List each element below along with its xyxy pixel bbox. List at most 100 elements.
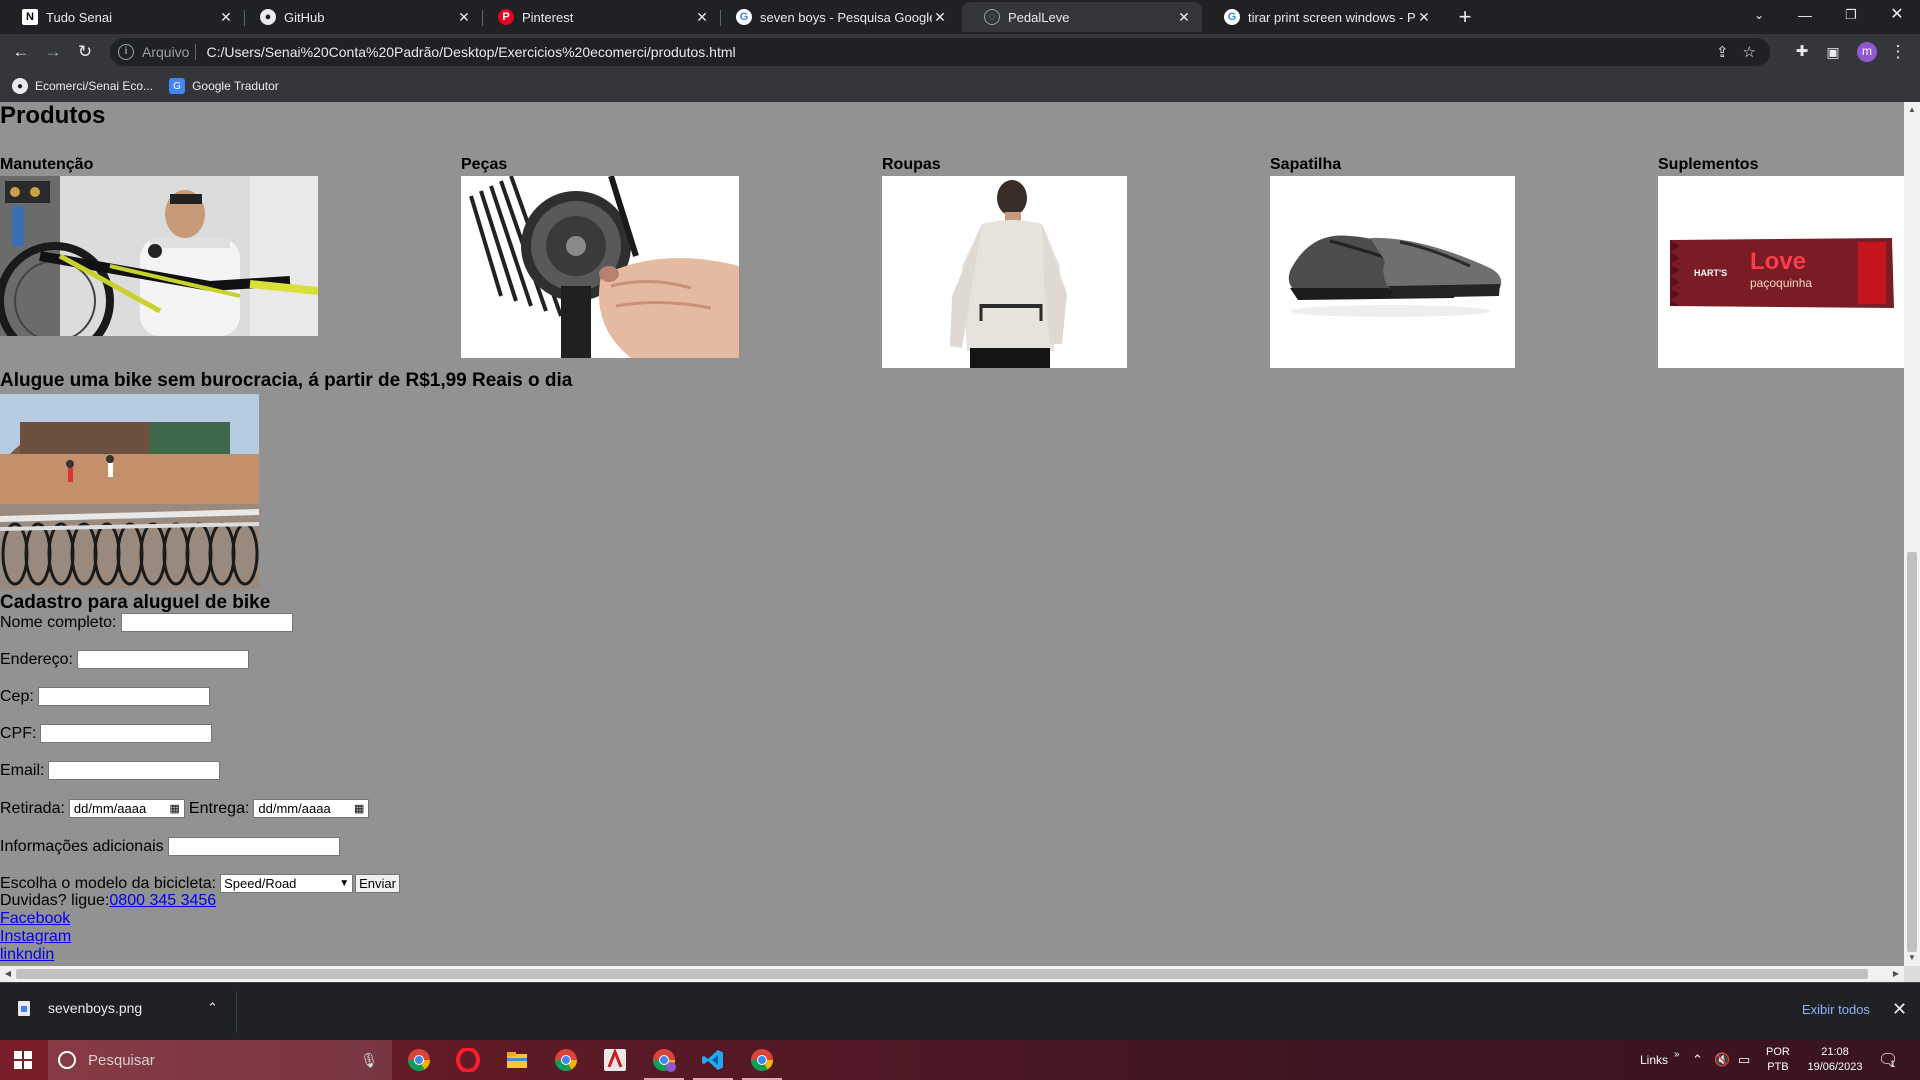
rent-heading: Alugue uma bike sem burocracia, á partir… <box>0 370 573 391</box>
tab-pinterest[interactable]: P Pinterest ✕ <box>476 2 720 32</box>
address-label: Endereço: <box>0 650 73 668</box>
tab-pedalleve[interactable]: ◌ PedalLeve ✕ <box>962 2 1202 32</box>
close-icon[interactable]: ✕ <box>694 9 710 26</box>
tab-tudo-senai[interactable]: N Tudo Senai ✕ <box>0 2 244 32</box>
network-icon[interactable]: ▭ <box>1738 1040 1750 1080</box>
clock-date: 19/06/2023 <box>1807 1061 1863 1073</box>
minimize-button[interactable]: — <box>1782 0 1828 32</box>
new-tab-button[interactable]: + <box>1452 4 1478 30</box>
acrobat-taskbar-icon[interactable] <box>601 1046 629 1074</box>
submit-button[interactable]: Enviar <box>355 874 400 893</box>
category-roupas: Roupas <box>882 156 1127 368</box>
links-toolbar[interactable]: Links » <box>1640 1040 1680 1080</box>
vertical-scrollbar[interactable]: ▲ ▼ <box>1904 102 1920 966</box>
url-text[interactable]: C:/Users/Senai%20Conta%20Padrão/Desktop/… <box>206 44 1716 60</box>
address-input[interactable] <box>76 650 249 669</box>
google-icon: G <box>1224 9 1240 25</box>
instagram-link[interactable]: Instagram <box>0 928 71 946</box>
restore-button[interactable]: ❐ <box>1828 0 1874 32</box>
bar-name-text: Love <box>1750 248 1807 275</box>
tab-seven-boys[interactable]: G seven boys - Pesquisa Google ✕ <box>714 2 958 32</box>
calendar-icon[interactable]: ▦ <box>354 802 364 815</box>
chrome-profile-taskbar-icon[interactable] <box>644 1046 684 1080</box>
show-all-downloads-button[interactable]: Exibir todos <box>1802 1002 1870 1017</box>
vscode-taskbar-icon[interactable] <box>693 1046 733 1080</box>
menu-kebab-icon[interactable]: ⋮ <box>1886 40 1910 64</box>
scheme-label: Arquivo <box>142 44 190 60</box>
scroll-thumb[interactable] <box>1907 552 1917 952</box>
facebook-link[interactable]: Facebook <box>0 910 70 928</box>
close-icon[interactable]: ✕ <box>1892 999 1907 1020</box>
bookmark-label: Ecomerci/Senai Eco... <box>35 79 154 93</box>
email-row: Email: <box>0 761 221 780</box>
cortana-icon <box>58 1051 76 1069</box>
shoes-photo <box>1270 176 1515 368</box>
tab-title: seven boys - Pesquisa Google <box>760 9 932 25</box>
bookmark-google-tradutor[interactable]: G Google Tradutor <box>169 78 279 94</box>
notifications-icon[interactable]: 🗨 1 <box>1878 1040 1898 1080</box>
tab-strip: N Tudo Senai ✕ ● GitHub ✕ P Pinterest ✕ … <box>0 0 1920 34</box>
clock[interactable]: 21:08 19/06/2023 <box>1802 1040 1868 1080</box>
linkedin-link[interactable]: linkndin <box>0 946 54 964</box>
calendar-icon[interactable]: ▦ <box>170 802 180 815</box>
window-close-button[interactable]: ✕ <box>1874 0 1920 32</box>
notification-count: 1 <box>1890 1059 1896 1069</box>
horizontal-scrollbar[interactable]: ◀ ▶ <box>0 966 1904 982</box>
globe-icon: ◌ <box>984 9 1000 25</box>
chevron-up-icon[interactable]: ⌃ <box>207 1000 218 1016</box>
tray-overflow-icon[interactable]: ⌃ <box>1692 1040 1703 1080</box>
close-icon[interactable]: ✕ <box>456 9 472 26</box>
name-input[interactable] <box>120 613 293 632</box>
file-explorer-taskbar-icon[interactable] <box>503 1046 531 1074</box>
github-icon: ● <box>12 78 28 94</box>
tab-github[interactable]: ● GitHub ✕ <box>238 2 482 32</box>
delivery-date-input[interactable]: dd/mm/aaaa ▦ <box>253 799 370 818</box>
address-bar[interactable]: i Arquivo C:/Users/Senai%20Conta%20Padrã… <box>110 38 1770 66</box>
volume-muted-icon[interactable]: 🔇 <box>1714 1040 1730 1080</box>
language-indicator[interactable]: POR PTB <box>1766 1040 1790 1080</box>
bike-model-select[interactable]: Speed/Road ▼ <box>220 874 354 893</box>
close-icon[interactable]: ✕ <box>218 9 234 26</box>
bookmark-star-icon[interactable]: ☆ <box>1743 43 1756 61</box>
chrome-taskbar-icon[interactable] <box>742 1046 782 1080</box>
scrollbar-corner <box>1904 966 1920 982</box>
tab-search-chevron-icon[interactable]: ⌄ <box>1736 0 1782 32</box>
side-panel-icon[interactable]: ▣ <box>1821 40 1845 64</box>
forward-button[interactable]: → <box>41 40 65 64</box>
share-icon[interactable]: ⇪ <box>1716 43 1729 61</box>
back-button[interactable]: ← <box>9 40 33 64</box>
taskbar-search[interactable]: Pesquisar 🎙 <box>48 1040 392 1080</box>
chrome-taskbar-icon[interactable] <box>405 1046 433 1074</box>
microphone-icon[interactable]: 🎙 <box>360 1052 378 1069</box>
scroll-left-arrow-icon[interactable]: ◀ <box>0 966 16 982</box>
pickup-date-input[interactable]: dd/mm/aaaa ▦ <box>68 799 185 818</box>
address-row: Endereço: <box>0 650 249 669</box>
cpf-input[interactable] <box>40 724 213 743</box>
model-label: Escolha o modelo da bicicleta: <box>0 874 217 892</box>
close-icon[interactable]: ✕ <box>1416 9 1432 26</box>
bookmark-ecomerci[interactable]: ● Ecomerci/Senai Eco... <box>12 78 153 94</box>
bookmark-label: Google Tradutor <box>192 79 279 93</box>
scroll-right-arrow-icon[interactable]: ▶ <box>1888 966 1904 982</box>
tab-title: GitHub <box>284 9 325 25</box>
scroll-thumb[interactable] <box>16 969 1868 979</box>
opera-taskbar-icon[interactable] <box>454 1046 482 1074</box>
extra-info-label: Informações adicionais <box>0 837 164 855</box>
windows-start-icon[interactable] <box>14 1051 32 1069</box>
download-item[interactable]: sevenboys.png <box>18 1000 142 1016</box>
tab-print-screen[interactable]: G tirar print screen windows - Pesq ✕ <box>1202 2 1442 32</box>
extensions-icon[interactable]: ✚ <box>1790 40 1814 64</box>
reload-button[interactable]: ↻ <box>73 40 97 64</box>
phone-link[interactable]: 0800 345 3456 <box>109 892 216 910</box>
info-icon[interactable]: i <box>118 44 134 60</box>
cep-label: Cep: <box>0 687 34 705</box>
profile-avatar[interactable]: m <box>1857 42 1877 62</box>
scroll-down-arrow-icon[interactable]: ▼ <box>1904 950 1920 966</box>
close-icon[interactable]: ✕ <box>932 9 948 26</box>
scroll-up-arrow-icon[interactable]: ▲ <box>1904 102 1920 118</box>
close-icon[interactable]: ✕ <box>1176 9 1192 26</box>
email-input[interactable] <box>48 761 221 780</box>
cep-input[interactable] <box>37 687 210 706</box>
chrome-taskbar-icon[interactable] <box>552 1046 580 1074</box>
extra-info-input[interactable] <box>167 837 340 856</box>
